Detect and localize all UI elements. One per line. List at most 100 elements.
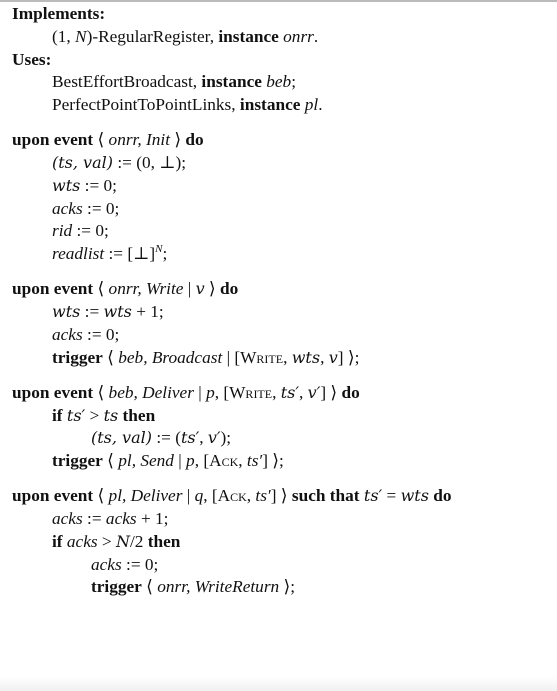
code-token: readlist bbox=[52, 244, 105, 263]
code-token: do bbox=[433, 486, 452, 506]
code-token: N bbox=[116, 531, 130, 551]
code-token: instance bbox=[201, 72, 262, 92]
code-token: := 0; bbox=[82, 198, 120, 218]
algorithm-line: acks := 0; bbox=[52, 324, 119, 346]
code-token: upon event bbox=[12, 382, 94, 402]
algorithm-line: acks := 0; bbox=[91, 554, 158, 576]
code-token: , bbox=[299, 382, 308, 402]
code-token: := 0; bbox=[82, 324, 120, 344]
code-token: onrr, WriteReturn bbox=[157, 577, 280, 597]
algorithm-line: (ts, val) := (0, ⊥); bbox=[52, 152, 186, 174]
code-token: trigger bbox=[52, 451, 103, 470]
code-token: Implements: bbox=[12, 4, 106, 23]
code-token: N bbox=[75, 26, 87, 46]
code-token: ⟨ bbox=[93, 486, 109, 506]
algorithm-line: acks := 0; bbox=[52, 198, 119, 220]
code-token: ts′ bbox=[255, 486, 271, 506]
algorithm-line: if acks > N/2 then bbox=[52, 531, 180, 553]
code-token: ] ⟩; bbox=[337, 347, 360, 367]
code-token: upon event bbox=[12, 130, 94, 150]
algorithm-line: (1, N)-RegularRegister, instance onrr. bbox=[52, 26, 318, 48]
algorithm-line: wts := wts + 1; bbox=[52, 301, 164, 323]
code-token: ⟩; bbox=[279, 577, 296, 597]
code-token: such that bbox=[291, 486, 360, 506]
code-token: ⟩ bbox=[170, 130, 186, 150]
code-token: acks bbox=[52, 324, 83, 344]
bottom-fade bbox=[0, 676, 557, 691]
code-token: , [ bbox=[194, 451, 210, 470]
code-token: v bbox=[328, 347, 338, 367]
code-token: ⟨ bbox=[141, 577, 158, 597]
code-token: ts′ bbox=[246, 451, 263, 470]
code-token: ts′ bbox=[180, 428, 200, 448]
code-token: | bbox=[183, 279, 196, 299]
code-token: wts bbox=[400, 486, 429, 506]
code-token: p bbox=[186, 451, 195, 470]
algorithm-line: rid := 0; bbox=[52, 220, 109, 242]
algorithm-line: upon event ⟨ beb, Deliver | p, [Write, t… bbox=[12, 382, 360, 404]
algorithm-line: readlist := [⊥]N; bbox=[52, 243, 167, 265]
code-token: onrr bbox=[283, 26, 314, 46]
code-token: acks bbox=[105, 509, 137, 528]
code-token: acks bbox=[66, 531, 98, 551]
code-token: pl bbox=[304, 95, 319, 114]
code-token: if bbox=[52, 405, 63, 425]
code-token: ⟨ bbox=[102, 347, 119, 367]
algorithm-line: PerfectPointToPointLinks, instance pl. bbox=[52, 94, 323, 116]
algorithm-line: BestEffortBroadcast, instance beb; bbox=[52, 71, 296, 93]
code-token: := [⊥] bbox=[104, 244, 156, 263]
code-token: beb, Broadcast bbox=[118, 347, 223, 367]
code-token: + 1; bbox=[136, 509, 169, 528]
code-token: beb, Deliver bbox=[108, 382, 194, 402]
code-token: := 0; bbox=[121, 554, 159, 574]
code-token: , bbox=[320, 347, 329, 367]
code-token: ); bbox=[220, 428, 232, 448]
code-token: trigger bbox=[91, 577, 142, 597]
code-token: , bbox=[283, 347, 292, 367]
code-token: q bbox=[194, 486, 204, 506]
code-token: onrr, Write bbox=[108, 279, 184, 299]
code-token: instance bbox=[239, 95, 301, 114]
code-token: acks bbox=[52, 509, 83, 528]
code-token: /2 bbox=[130, 531, 148, 551]
code-token: )-RegularRegister, bbox=[86, 26, 219, 46]
algorithm-line: (ts, val) := (ts′, v′); bbox=[91, 427, 231, 449]
code-token: then bbox=[122, 405, 156, 425]
code-token: wts bbox=[52, 302, 81, 321]
code-token: ⟨ bbox=[93, 130, 109, 150]
code-token: > bbox=[85, 405, 104, 425]
code-token: wts bbox=[103, 302, 132, 321]
code-token: BestEffortBroadcast, bbox=[52, 72, 202, 92]
code-token: (1, bbox=[52, 26, 76, 46]
code-token: ⟨ bbox=[93, 279, 109, 299]
code-token: = bbox=[382, 486, 401, 506]
code-token: onrr, Init bbox=[108, 130, 171, 150]
code-token: ] ⟩; bbox=[262, 451, 284, 470]
code-token: > bbox=[97, 531, 116, 551]
code-token: (ts, val) bbox=[91, 428, 152, 448]
code-token: | bbox=[193, 382, 207, 402]
algorithm-line: Implements: bbox=[12, 3, 105, 25]
algorithm-line: acks := acks + 1; bbox=[52, 508, 168, 530]
code-token: := bbox=[80, 302, 104, 321]
code-token: wts bbox=[52, 175, 81, 195]
code-token: then bbox=[147, 531, 181, 551]
algorithm-page: Implements: (1, N)-RegularRegister, insta… bbox=[0, 0, 557, 691]
code-token: Ack bbox=[217, 486, 247, 506]
code-token: ts′ bbox=[363, 486, 383, 506]
code-token: := 0; bbox=[80, 175, 117, 195]
code-token: upon event bbox=[12, 486, 94, 506]
code-token: v bbox=[195, 279, 205, 299]
code-token: PerfectPointToPointLinks, bbox=[52, 95, 240, 114]
code-token: Write bbox=[240, 347, 284, 367]
code-token: pl, Deliver bbox=[108, 486, 183, 506]
code-token: + 1; bbox=[131, 302, 164, 321]
algorithm-line: trigger ⟨ pl, Send | p, [Ack, ts′] ⟩; bbox=[52, 450, 284, 472]
algorithm-line: trigger ⟨ beb, Broadcast | [Write, wts, … bbox=[52, 347, 359, 369]
code-token: ts′ bbox=[280, 382, 300, 402]
algorithm-line: wts := 0; bbox=[52, 175, 117, 197]
code-token: (ts, val) bbox=[52, 153, 113, 172]
code-token: Ack bbox=[209, 451, 239, 470]
code-token: upon event bbox=[12, 279, 94, 299]
code-token: do bbox=[341, 382, 360, 402]
